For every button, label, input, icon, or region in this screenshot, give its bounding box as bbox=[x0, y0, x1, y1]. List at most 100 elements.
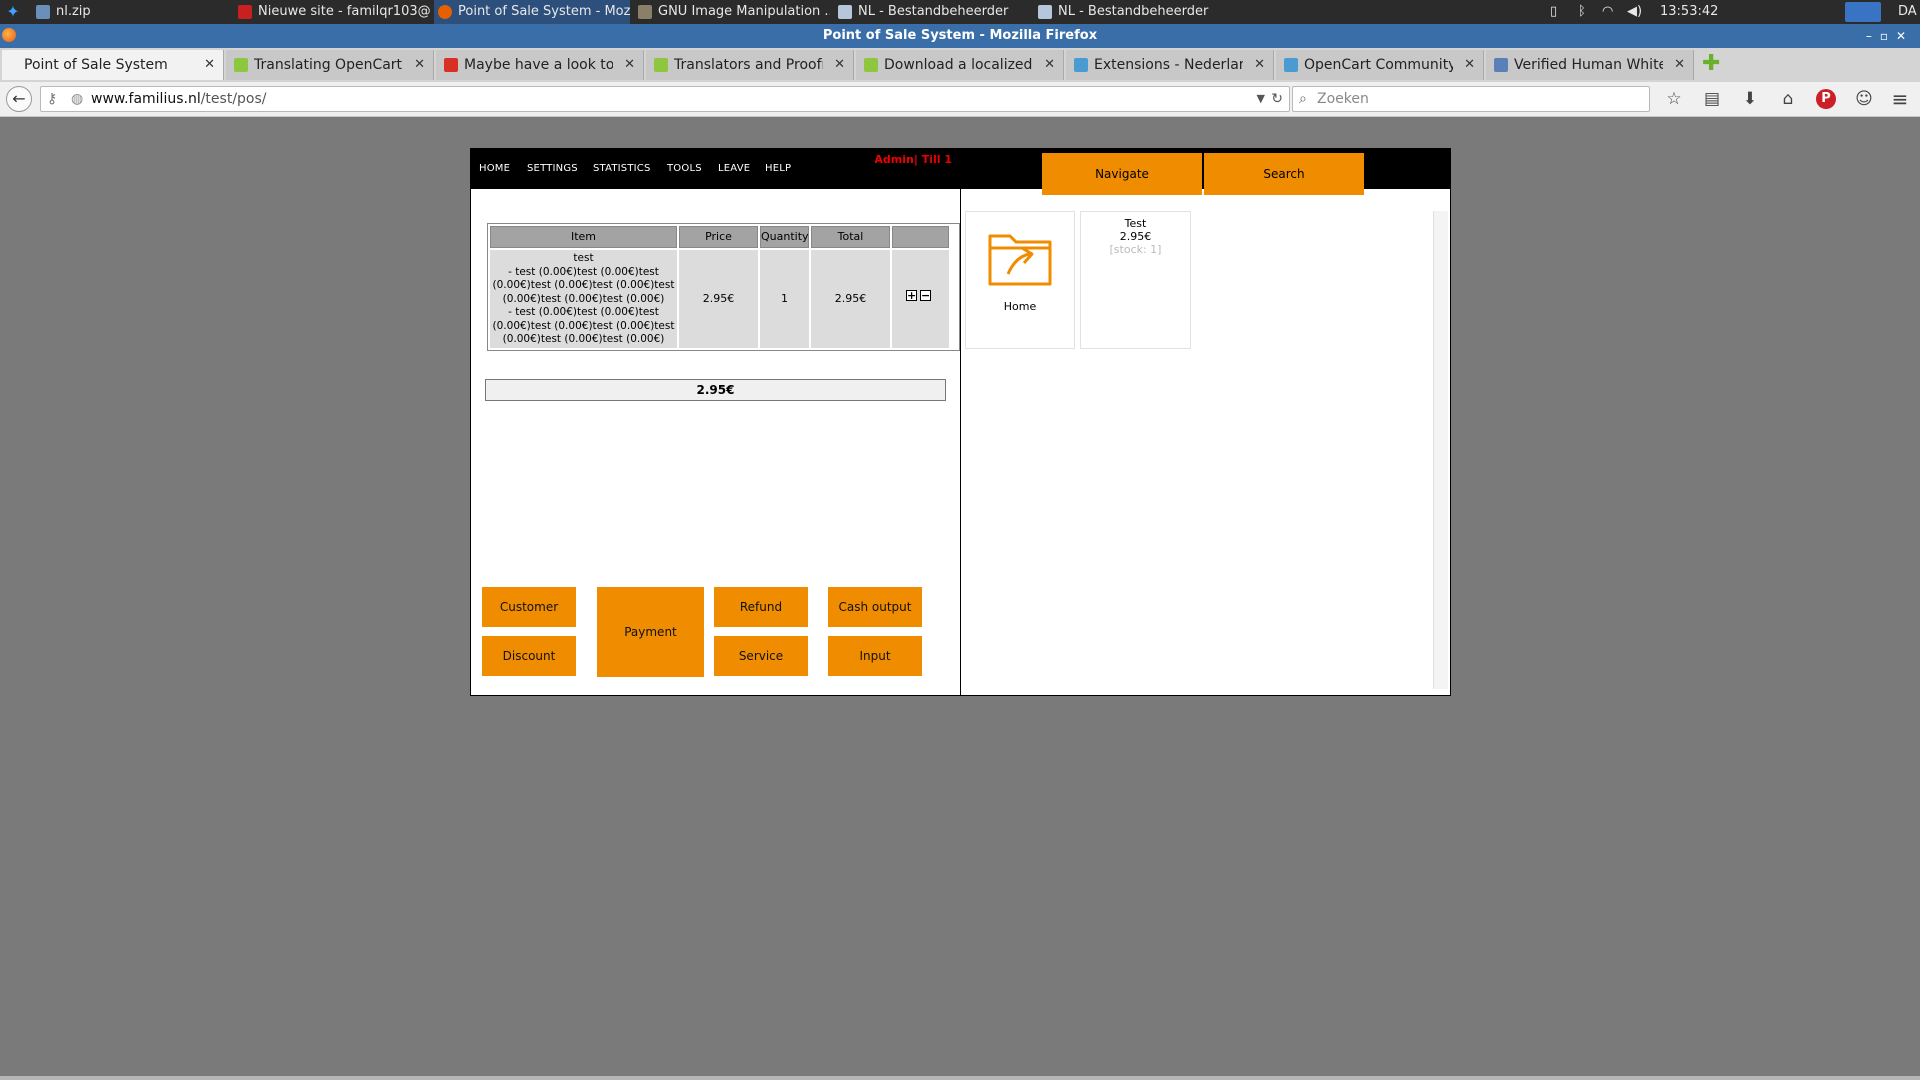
discount-button[interactable]: Discount bbox=[482, 636, 576, 676]
close-icon[interactable]: ✕ bbox=[834, 50, 845, 80]
opencart-icon bbox=[654, 58, 668, 72]
close-icon[interactable]: ✕ bbox=[624, 50, 635, 80]
reload-icon[interactable]: ↻ bbox=[1271, 87, 1283, 111]
user-indicator[interactable]: DA bbox=[1898, 0, 1917, 24]
grand-total: 2.95€ bbox=[485, 379, 946, 401]
wifi-icon[interactable]: ◠ bbox=[1602, 0, 1613, 24]
filezilla-icon bbox=[238, 5, 252, 19]
site-icon bbox=[1494, 58, 1508, 72]
new-tab-icon[interactable]: ✚ bbox=[1702, 53, 1722, 75]
pos-app: HOME SETTINGS STATISTICS TOOLS LEAVE HEL… bbox=[470, 148, 1451, 696]
customer-button[interactable]: Customer bbox=[482, 587, 576, 627]
tab-translating-opencart[interactable]: Translating OpenCart T... ✕ bbox=[226, 50, 434, 80]
taskbar-item-firefox[interactable]: Point of Sale System - Moz... bbox=[434, 0, 630, 24]
menu-leave[interactable]: LEAVE bbox=[718, 163, 750, 174]
tab-opencart-community[interactable]: OpenCart Community •... ✕ bbox=[1276, 50, 1484, 80]
pos-right-panel: Navigate Search Home Test 2.95€ [stock: … bbox=[961, 149, 1450, 695]
tab-label: Translating OpenCart T... bbox=[254, 57, 403, 73]
order-item-quantity: 1 bbox=[760, 250, 809, 348]
close-icon[interactable]: ✕ bbox=[1254, 50, 1265, 80]
close-icon[interactable]: ✕ bbox=[1464, 50, 1475, 80]
order-item-description: test - test (0.00€)test (0.00€)test (0.0… bbox=[490, 250, 677, 348]
tab-label: Point of Sale System bbox=[24, 57, 168, 73]
tab-point-of-sale[interactable]: Point of Sale System ✕ bbox=[2, 50, 224, 80]
close-icon[interactable]: ✕ bbox=[414, 50, 425, 80]
product-name: Test bbox=[1124, 217, 1147, 230]
site-icon bbox=[1074, 58, 1088, 72]
browser-navbar: ← ⚷ ◍ www.familius.nl/test/pos/ ▼ ↻ ⌕ Zo… bbox=[0, 82, 1920, 117]
tab-translators[interactable]: Translators and Proofre... ✕ bbox=[646, 50, 854, 80]
firefox-icon bbox=[2, 28, 16, 42]
tab-label: Translators and Proofre... bbox=[674, 57, 823, 73]
taskbar-item-label: Point of Sale System - Moz... bbox=[458, 4, 630, 19]
clock[interactable]: 13:53:42 bbox=[1660, 0, 1718, 24]
tab-label: OpenCart Community •... bbox=[1304, 57, 1453, 73]
product-tile-test[interactable]: Test 2.95€ [stock: 1] bbox=[1080, 211, 1191, 349]
menu-home[interactable]: HOME bbox=[479, 163, 510, 174]
window-controls[interactable]: –▫✕ bbox=[1866, 24, 1914, 48]
battery-icon[interactable]: ▯ bbox=[1550, 0, 1564, 24]
tab-label: Download a localized p... bbox=[884, 57, 1033, 73]
app-launcher-icon[interactable]: ✦ bbox=[4, 3, 22, 21]
input-button[interactable]: Input bbox=[828, 636, 922, 676]
download-icon[interactable]: ⬇ bbox=[1740, 89, 1760, 109]
tab-extensions[interactable]: Extensions - Nederland... ✕ bbox=[1066, 50, 1274, 80]
search-input[interactable]: ⌕ Zoeken bbox=[1292, 86, 1650, 112]
increase-quantity-icon[interactable]: + bbox=[906, 290, 917, 301]
back-button[interactable]: ← bbox=[6, 86, 32, 112]
tab-search[interactable]: Search bbox=[1204, 153, 1364, 195]
hamburger-menu-icon[interactable]: ≡ bbox=[1890, 89, 1910, 109]
product-stock: [stock: 1] bbox=[1109, 243, 1162, 256]
tab-download-localized[interactable]: Download a localized p... ✕ bbox=[856, 50, 1064, 80]
url-path: /test/pos/ bbox=[200, 91, 267, 107]
refund-button[interactable]: Refund bbox=[714, 587, 808, 627]
taskbar-item-filemanager[interactable]: NL - Bestandbeheerder bbox=[1034, 0, 1230, 24]
url-bar[interactable]: ⚷ ◍ www.familius.nl/test/pos/ ▼ ↻ bbox=[40, 86, 1290, 112]
menu-help[interactable]: HELP bbox=[765, 163, 791, 174]
column-header-total: Total bbox=[811, 226, 890, 248]
back-arrow-icon: ← bbox=[12, 89, 26, 108]
order-table: Item Price Quantity Total test - test (0… bbox=[487, 223, 960, 351]
menu-tools[interactable]: TOOLS bbox=[667, 163, 702, 174]
column-header-actions bbox=[892, 226, 949, 248]
scrollbar[interactable] bbox=[1433, 211, 1448, 689]
column-header-price: Price bbox=[679, 226, 758, 248]
close-icon[interactable]: ✕ bbox=[204, 50, 215, 80]
taskbar-item-filezilla[interactable]: Nieuwe site - familqr103@... bbox=[234, 0, 430, 24]
taskbar-item-label: NL - Bestandbeheerder bbox=[1058, 4, 1209, 19]
close-icon[interactable]: ✕ bbox=[1674, 50, 1685, 80]
bluetooth-icon[interactable]: ᛒ bbox=[1578, 0, 1586, 24]
service-button[interactable]: Service bbox=[714, 636, 808, 676]
chat-icon[interactable]: ☺ bbox=[1854, 89, 1874, 109]
tile-label: Home bbox=[1003, 300, 1037, 313]
taskbar-item-gimp[interactable]: GNU Image Manipulation ... bbox=[634, 0, 830, 24]
tab-verified-human[interactable]: Verified Human Whiteli... ✕ bbox=[1486, 50, 1694, 80]
menu-statistics[interactable]: STATISTICS bbox=[593, 163, 651, 174]
close-icon[interactable]: ✕ bbox=[1044, 50, 1055, 80]
decrease-quantity-icon[interactable]: − bbox=[920, 290, 931, 301]
taskbar-item-archive[interactable]: nl.zip bbox=[32, 0, 232, 24]
identity-key-icon[interactable]: ⚷ bbox=[47, 87, 57, 111]
tab-gmail[interactable]: Maybe have a look to t... ✕ bbox=[436, 50, 644, 80]
payment-button[interactable]: Payment bbox=[597, 587, 704, 677]
menu-settings[interactable]: SETTINGS bbox=[527, 163, 578, 174]
home-icon[interactable]: ⌂ bbox=[1778, 89, 1798, 109]
pinterest-icon[interactable]: P bbox=[1816, 89, 1836, 109]
tab-navigate[interactable]: Navigate bbox=[1042, 153, 1202, 195]
opencart-icon bbox=[234, 58, 248, 72]
bookmark-star-icon[interactable]: ☆ bbox=[1664, 89, 1684, 109]
globe-icon: ◍ bbox=[71, 91, 84, 107]
taskbar-item-filemanager[interactable]: NL - Bestandbeheerder bbox=[834, 0, 1030, 24]
order-item-total: 2.95€ bbox=[811, 250, 890, 348]
search-icon: ⌕ bbox=[1299, 91, 1307, 107]
workspace-switcher[interactable] bbox=[1845, 2, 1881, 22]
dropdown-arrow-icon[interactable]: ▼ bbox=[1257, 87, 1265, 111]
clipboard-icon[interactable]: ▤ bbox=[1702, 89, 1722, 109]
cash-output-button[interactable]: Cash output bbox=[828, 587, 922, 627]
taskbar-item-label: nl.zip bbox=[56, 4, 91, 19]
volume-icon[interactable]: ◀) bbox=[1627, 0, 1642, 24]
taskbar-item-label: NL - Bestandbeheerder bbox=[858, 4, 1009, 19]
column-header-quantity: Quantity bbox=[760, 226, 809, 248]
category-tile-home[interactable]: Home bbox=[965, 211, 1075, 349]
order-item-price: 2.95€ bbox=[679, 250, 758, 348]
